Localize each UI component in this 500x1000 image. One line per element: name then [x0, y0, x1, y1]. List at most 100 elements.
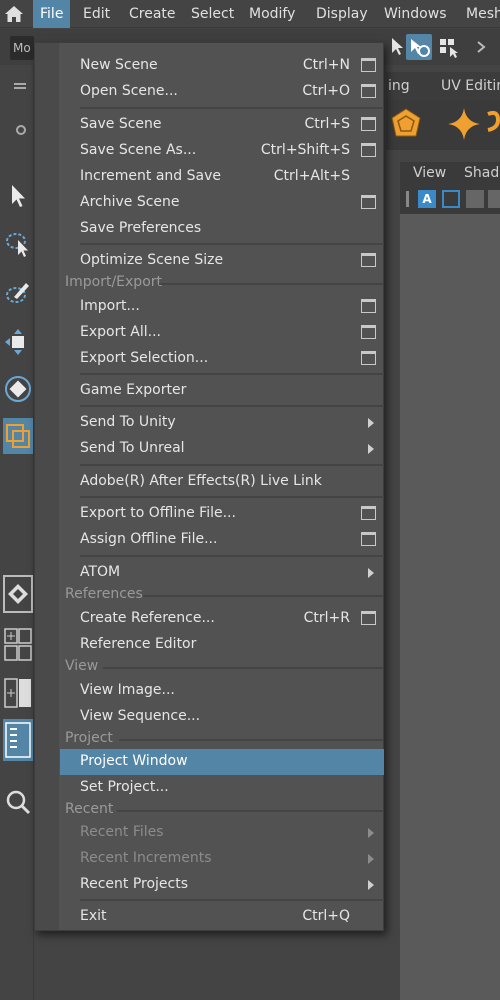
option-box-icon[interactable] — [361, 84, 376, 98]
menu-display[interactable]: Display — [316, 0, 368, 28]
menu-item-label: Export Selection... — [80, 350, 209, 366]
layout-four-pane-icon[interactable] — [3, 627, 33, 663]
option-box-icon[interactable] — [361, 195, 376, 209]
menu-item-save-preferences[interactable]: Save Preferences — [60, 216, 384, 242]
menu-separator — [80, 496, 384, 498]
search-icon[interactable] — [3, 785, 33, 819]
menu-item-recent-files[interactable]: Recent Files — [60, 820, 384, 846]
menu-item-label: Send To Unity — [80, 414, 176, 430]
menu-item-label: Set Project... — [80, 779, 169, 795]
viewport-canvas[interactable] — [400, 214, 500, 1000]
menu-item-increment-save[interactable]: Increment and Save Ctrl+Alt+S — [60, 164, 384, 190]
option-box-icon[interactable] — [361, 143, 376, 157]
menu-item-archive-scene[interactable]: Archive Scene — [60, 190, 384, 216]
viewport-menu-shading[interactable]: Shad — [464, 165, 499, 181]
layout-outliner-pane-icon[interactable] — [3, 719, 33, 761]
scale-tool-icon[interactable] — [3, 418, 33, 454]
menu-item-ae-live-link[interactable]: Adobe(R) After Effects(R) Live Link — [60, 469, 384, 495]
menu-item-save-scene[interactable]: Save Scene Ctrl+S — [60, 112, 384, 138]
menu-item-import[interactable]: Import... — [60, 294, 384, 320]
menu-mesh[interactable]: Mesh — [466, 0, 500, 28]
section-header-view: View — [63, 656, 383, 678]
menu-item-label: Optimize Scene Size — [80, 252, 224, 268]
menu-select[interactable]: Select — [191, 0, 234, 28]
super-shape-icon[interactable] — [446, 106, 482, 142]
polygon-platonic-icon[interactable] — [388, 106, 424, 142]
menu-item-export-selection[interactable]: Export Selection... — [60, 346, 384, 372]
menu-item-game-exporter[interactable]: Game Exporter — [60, 378, 384, 404]
select-camera-icon[interactable] — [442, 190, 460, 208]
menu-separator — [80, 405, 384, 407]
section-title: View — [65, 658, 99, 674]
gear-icon[interactable] — [16, 125, 26, 135]
menu-item-recent-projects[interactable]: Recent Projects — [60, 872, 384, 898]
submenu-arrow-icon — [368, 854, 374, 864]
menu-item-create-reference[interactable]: Create Reference... Ctrl+R — [60, 606, 384, 632]
option-box-icon[interactable] — [361, 253, 376, 267]
option-box-icon[interactable] — [361, 611, 376, 625]
layout-single-pane-icon[interactable] — [3, 575, 33, 613]
toolbar-grip-2 — [14, 87, 26, 89]
camera-bookmark-icon[interactable] — [466, 190, 484, 208]
option-box-icon[interactable] — [361, 325, 376, 339]
select-by-object-icon[interactable] — [406, 34, 432, 60]
menu-item-open-scene[interactable]: Open Scene... Ctrl+O — [60, 79, 384, 105]
menu-item-send-to-unity[interactable]: Send To Unity — [60, 410, 384, 436]
menu-set-dropdown[interactable]: Mo — [10, 36, 34, 60]
viewport-panel: View Shad A — [400, 162, 500, 1000]
viewport-menu-view[interactable]: View — [413, 165, 446, 181]
viewport-menubar: View Shad — [400, 162, 500, 186]
menu-item-label: Recent Projects — [80, 876, 189, 892]
menu-windows[interactable]: Windows — [384, 0, 447, 28]
section-title: Recent — [65, 801, 114, 817]
menu-item-set-project[interactable]: Set Project... — [60, 775, 384, 801]
menu-item-assign-offline-file[interactable]: Assign Offline File... — [60, 527, 384, 553]
option-box-icon[interactable] — [361, 117, 376, 131]
toolbar-divider — [406, 191, 409, 207]
move-tool-icon[interactable] — [3, 326, 33, 358]
option-box-icon[interactable] — [361, 299, 376, 313]
camera-attributes-icon[interactable]: A — [418, 190, 436, 208]
menu-item-view-sequence[interactable]: View Sequence... — [60, 704, 384, 730]
menu-edit[interactable]: Edit — [83, 0, 110, 28]
menu-item-exit[interactable]: Exit Ctrl+Q — [60, 904, 384, 930]
menu-create[interactable]: Create — [129, 0, 176, 28]
sweep-mesh-icon[interactable] — [486, 106, 500, 142]
menu-item-project-window[interactable]: Project Window — [60, 749, 384, 775]
menu-modify[interactable]: Modify — [249, 0, 295, 28]
option-box-icon[interactable] — [361, 506, 376, 520]
option-box-icon[interactable] — [361, 58, 376, 72]
menu-item-label: Archive Scene — [80, 194, 180, 210]
option-box-icon[interactable] — [361, 532, 376, 546]
menu-item-new-scene[interactable]: New Scene Ctrl+N — [60, 53, 384, 79]
lasso-tool-icon[interactable] — [3, 228, 33, 260]
image-plane-icon[interactable] — [488, 190, 500, 208]
submenu-arrow-icon — [368, 828, 374, 838]
menu-item-shortcut: Ctrl+S — [304, 116, 350, 132]
menu-item-export-all[interactable]: Export All... — [60, 320, 384, 346]
menu-separator — [80, 899, 384, 901]
layout-two-pane-icon[interactable] — [3, 675, 33, 711]
chevron-right-icon[interactable] — [468, 34, 494, 60]
option-box-icon[interactable] — [361, 351, 376, 365]
select-tool-icon[interactable] — [3, 180, 33, 212]
menu-item-optimize-scene-size[interactable]: Optimize Scene Size — [60, 248, 384, 274]
shelf-tab-uv-editing[interactable]: UV Editing — [441, 72, 500, 100]
menu-item-reference-editor[interactable]: Reference Editor — [60, 632, 384, 658]
select-by-component-icon[interactable] — [436, 34, 462, 60]
home-icon[interactable] — [0, 0, 28, 28]
submenu-arrow-icon — [368, 880, 374, 890]
menu-item-shortcut: Ctrl+R — [303, 610, 350, 626]
file-menu-dropdown: New Scene Ctrl+N Open Scene... Ctrl+O Sa… — [34, 42, 384, 931]
menu-item-save-scene-as[interactable]: Save Scene As... Ctrl+Shift+S — [60, 138, 384, 164]
menu-file[interactable]: File — [33, 0, 71, 28]
rotate-tool-icon[interactable] — [3, 373, 33, 405]
paint-select-tool-icon[interactable] — [3, 277, 33, 309]
menu-item-export-offline-file[interactable]: Export to Offline File... — [60, 501, 384, 527]
shelf-tab-modeling[interactable]: ing — [388, 72, 410, 100]
section-rule — [143, 595, 383, 597]
menu-item-send-to-unreal[interactable]: Send To Unreal — [60, 436, 384, 462]
menu-item-view-image[interactable]: View Image... — [60, 678, 384, 704]
menu-item-recent-increments[interactable]: Recent Increments — [60, 846, 384, 872]
menu-item-atom[interactable]: ATOM — [60, 560, 384, 586]
